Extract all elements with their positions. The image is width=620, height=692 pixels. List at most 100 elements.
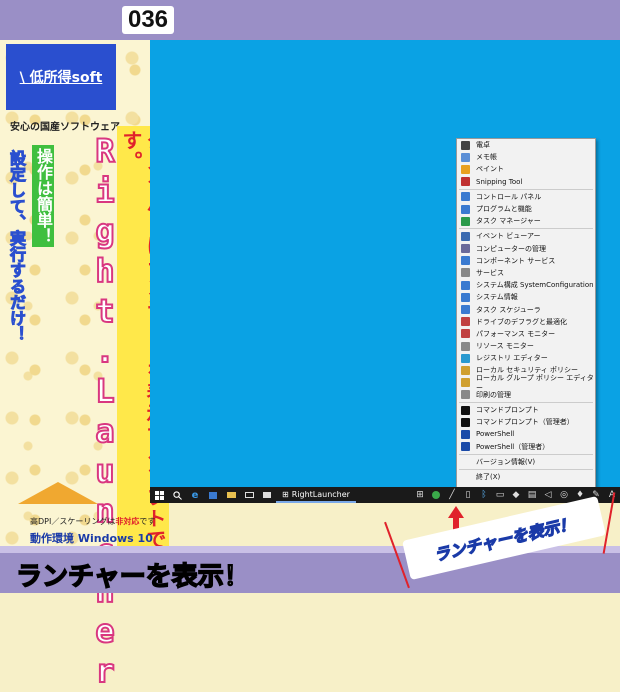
menu-item-icon — [461, 268, 470, 278]
menu-item[interactable]: ペイント — [457, 163, 595, 175]
menu-item[interactable]: PowerShell（管理者） — [457, 441, 595, 453]
menu-item[interactable]: 終了(X) — [457, 471, 595, 483]
menu-item[interactable]: メモ帳 — [457, 151, 595, 163]
menu-item[interactable]: バージョン情報(V) — [457, 456, 595, 468]
menu-item-icon — [461, 204, 470, 214]
menu-item[interactable]: システム構成 SystemConfiguration — [457, 279, 595, 291]
menu-item-label: 終了(X) — [476, 472, 501, 481]
setup-slogan: 設定して、実行するだけ！ — [7, 150, 27, 343]
launcher-tray-icon[interactable]: ⊞ — [412, 487, 428, 503]
store-icon[interactable] — [204, 487, 222, 503]
menu-item-icon — [461, 216, 470, 226]
easy-slogan: 操作は簡単！ — [32, 145, 54, 247]
menu-item-icon — [461, 472, 470, 481]
menu-separator — [459, 453, 593, 455]
menu-item-icon — [461, 329, 470, 339]
menu-item-label: タスク スケジューラ — [476, 305, 541, 314]
menu-item[interactable]: PowerShell — [457, 428, 595, 440]
launcher-menu[interactable]: 電卓 メモ帳ペイント Snipping Tool コントロール パネルプログラムと機能… — [456, 138, 596, 490]
menu-item-icon — [461, 305, 470, 315]
menu-item-icon — [461, 442, 470, 452]
menu-item-label: タスク マネージャー — [476, 217, 541, 226]
menu-item-icon — [461, 192, 470, 202]
menu-item-icon — [461, 317, 470, 327]
search-icon[interactable] — [168, 487, 186, 503]
brand-logo-text: \ 低所得soft — [19, 70, 103, 86]
menu-item-label: ペイント — [476, 165, 504, 174]
menu-item[interactable]: パフォーマンス モニター — [457, 328, 595, 340]
tagline: 安心の国産ソフトウェア — [10, 122, 120, 133]
menu-item-label: 電卓 — [476, 141, 490, 150]
top-stripe — [0, 0, 620, 40]
edge-icon[interactable]: e — [186, 487, 204, 503]
menu-item-icon — [461, 457, 470, 466]
globe-icon[interactable]: ◎ — [556, 487, 572, 503]
camera-icon[interactable] — [258, 487, 276, 503]
menu-item[interactable]: システム情報 — [457, 291, 595, 303]
menu-item-label: システム情報 — [476, 293, 518, 302]
menu-item-label: 印刷の管理 — [476, 390, 511, 399]
menu-item-icon — [461, 378, 470, 388]
menu-item-label: コントロール パネル — [476, 192, 542, 201]
menu-item-icon — [461, 256, 470, 266]
dropbox-icon[interactable]: ◆ — [508, 487, 524, 503]
menu-item[interactable]: コマンドプロンプト — [457, 404, 595, 416]
menu-item-label: コンポーネント サービス — [476, 256, 556, 265]
menu-item-icon — [461, 429, 470, 439]
menu-item[interactable]: コンピューターの管理 — [457, 243, 595, 255]
menu-item[interactable]: タスク スケジューラ — [457, 303, 595, 315]
menu-separator — [459, 188, 593, 190]
decorative-triangle — [18, 482, 98, 504]
menu-item[interactable]: サービス — [457, 267, 595, 279]
menu-item-label: システム構成 SystemConfiguration — [476, 281, 594, 290]
menu-item[interactable]: ドライブのデフラグと最適化 — [457, 316, 595, 328]
start-icon[interactable] — [150, 487, 168, 503]
menu-item[interactable]: コンポーネント サービス — [457, 255, 595, 267]
menu-item[interactable]: コマンドプロンプト（管理者） — [457, 416, 595, 428]
pen-tray-icon[interactable]: ╱ — [444, 487, 460, 503]
folder-icon[interactable] — [222, 487, 240, 503]
menu-item[interactable]: タスク マネージャー — [457, 215, 595, 227]
taskbar-app-rightlauncher[interactable]: ⊞ RightLauncher — [276, 487, 356, 503]
menu-item-label: コマンドプロンプト（管理者） — [476, 418, 574, 427]
menu-item[interactable]: リソース モニター — [457, 340, 595, 352]
network-icon[interactable]: ▤ — [524, 487, 540, 503]
menu-item-icon — [461, 177, 470, 187]
app-grid-icon: ⊞ — [282, 489, 289, 499]
bluetooth-icon[interactable]: ᛒ — [476, 487, 492, 503]
menu-item[interactable]: 電卓 — [457, 139, 595, 151]
menu-item[interactable]: コントロール パネル — [457, 191, 595, 203]
menu-item-icon — [461, 405, 470, 415]
menu-item-icon — [461, 164, 470, 174]
brand-logo: \ 低所得soft — [6, 44, 116, 110]
taskbar: e ⊞ RightLauncher ⊞ ╱ ▯ ᛒ ▭ ◆ ▤ ◁ ◎ ♦ ✎ … — [150, 487, 620, 503]
menu-item[interactable]: イベント ビューアー — [457, 230, 595, 242]
menu-item-label: サービス — [476, 268, 504, 277]
dpi-note: 高DPI／スケーリングは非対応です — [30, 516, 155, 527]
phone-tray-icon[interactable]: ▯ — [460, 487, 476, 503]
volume-icon[interactable]: ◁ — [540, 487, 556, 503]
menu-item-label: Snipping Tool — [476, 177, 523, 186]
menu-item[interactable]: ローカル グループ ポリシー エディター — [457, 374, 595, 392]
menu-item-label: ドライブのデフラグと最適化 — [476, 317, 567, 326]
menu-item-icon — [461, 152, 470, 162]
menu-item-icon — [461, 417, 470, 427]
requirements-text: 動作環境 Windows 10 — [30, 532, 153, 545]
menu-item-label: PowerShell（管理者） — [476, 442, 550, 451]
menu-item[interactable]: Snipping Tool — [457, 176, 595, 188]
taskbar-app-label: RightLauncher — [291, 489, 350, 499]
menu-item-icon — [461, 231, 470, 241]
mail-icon[interactable] — [240, 487, 258, 503]
menu-item-icon — [461, 140, 470, 150]
menu-item-label: バージョン情報(V) — [476, 457, 536, 466]
menu-item-label: リソース モニター — [476, 342, 534, 351]
menu-item[interactable]: レジストリ エディター — [457, 352, 595, 364]
menu-item[interactable]: プログラムと機能 — [457, 203, 595, 215]
menu-item-icon — [461, 341, 470, 351]
chrome-tray-icon[interactable] — [428, 487, 444, 503]
menu-item-icon — [461, 365, 470, 375]
menu-item-icon — [461, 244, 470, 254]
dpi-note-suffix: です — [139, 517, 156, 526]
usb-icon[interactable]: ▭ — [492, 487, 508, 503]
menu-item-icon — [461, 390, 470, 400]
